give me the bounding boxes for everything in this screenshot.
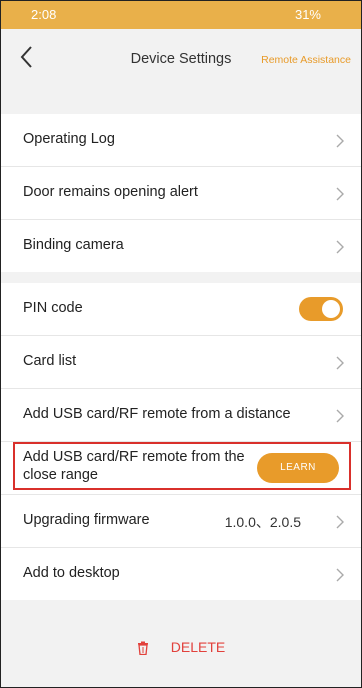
app-bar: Device Settings Remote Assistance bbox=[1, 29, 361, 91]
row-label: PIN code bbox=[23, 300, 83, 316]
chevron-right-icon bbox=[336, 568, 344, 582]
chevron-right-icon bbox=[336, 134, 344, 148]
row-add-remote-close: Add USB card/RF remote from the close ra… bbox=[1, 442, 361, 495]
row-door-alert[interactable]: Door remains opening alert bbox=[1, 167, 361, 220]
row-label: Binding camera bbox=[23, 237, 124, 253]
chevron-right-icon bbox=[336, 356, 344, 370]
chevron-right-icon bbox=[336, 187, 344, 201]
row-label: Add USB card/RF remote from a distance bbox=[23, 406, 291, 422]
pin-code-toggle[interactable] bbox=[299, 297, 343, 321]
firmware-version: 1.0.0、2.0.5 bbox=[224, 514, 301, 530]
remote-assistance-link[interactable]: Remote Assistance bbox=[261, 54, 351, 66]
status-time: 2:08 bbox=[31, 7, 57, 22]
chevron-right-icon bbox=[336, 240, 344, 254]
row-add-remote-distance[interactable]: Add USB card/RF remote from a distance bbox=[1, 389, 361, 442]
row-label: Add to desktop bbox=[23, 565, 120, 581]
toggle-knob bbox=[322, 300, 340, 318]
row-label: Door remains opening alert bbox=[23, 184, 198, 200]
delete-button[interactable]: DELETE bbox=[1, 639, 361, 656]
status-battery: 31% bbox=[294, 7, 321, 22]
settings-group-logs: Operating Log Door remains opening alert… bbox=[1, 114, 361, 272]
settings-group-access: PIN code Card list Add USB card/RF remot… bbox=[1, 283, 361, 600]
row-pin-code: PIN code bbox=[1, 283, 361, 336]
row-label: Add USB card/RF remote from the close ra… bbox=[23, 449, 245, 483]
chevron-right-icon bbox=[336, 409, 344, 423]
status-bar: 2:08 31% bbox=[1, 1, 361, 29]
trash-icon bbox=[137, 641, 148, 656]
row-binding-camera[interactable]: Binding camera bbox=[1, 220, 361, 272]
row-card-list[interactable]: Card list bbox=[1, 336, 361, 389]
row-operating-log[interactable]: Operating Log bbox=[1, 114, 361, 167]
delete-label: DELETE bbox=[170, 639, 226, 655]
row-label: Card list bbox=[23, 353, 77, 369]
row-add-to-desktop[interactable]: Add to desktop bbox=[1, 548, 361, 600]
chevron-right-icon bbox=[336, 515, 344, 529]
row-label: Upgrading firmware bbox=[23, 512, 150, 528]
row-label: Operating Log bbox=[23, 131, 115, 147]
phone-screen: 2:08 31% Device Settings Remote Assistan… bbox=[0, 0, 362, 688]
row-upgrading-firmware[interactable]: Upgrading firmware 1.0.0、2.0.5 bbox=[1, 495, 361, 548]
learn-button[interactable]: LEARN bbox=[257, 453, 339, 483]
